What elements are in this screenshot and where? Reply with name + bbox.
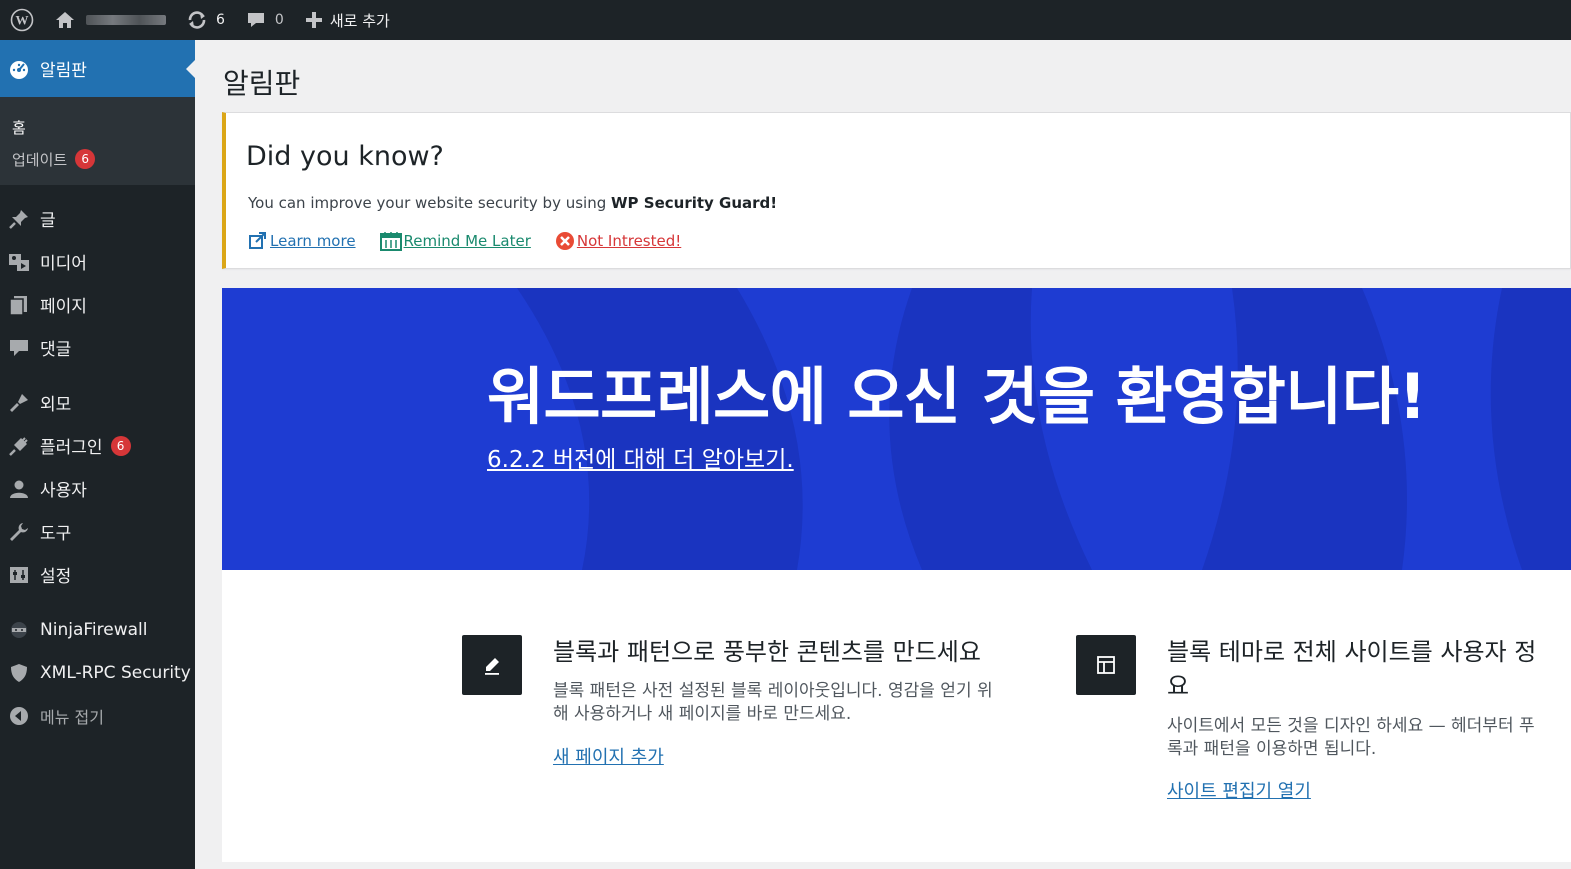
page-title: 알림판: [223, 67, 301, 100]
learn-more-label: Learn more: [270, 232, 356, 250]
menu-appearance-label: 외모: [40, 395, 72, 415]
menu-appearance[interactable]: 외모: [0, 381, 195, 424]
menu-comments-label: 댓글: [40, 340, 72, 360]
collapse-menu-button[interactable]: 메뉴 접기: [0, 694, 195, 737]
menu-ninjafirewall-label: NinjaFirewall: [40, 619, 148, 640]
panel-blocks-desc-line2: 해 사용하거나 새 페이지를 바로 만드세요.: [553, 704, 852, 724]
admin-sidebar: 알림판 홈 업데이트 6 글 미디어 페이지 댓글 외모 플러그인 6 사용자 도…: [0, 40, 195, 869]
panel-blocks-title: 블록과 패턴으로 풍부한 콘텐츠를 만드세요: [553, 638, 981, 666]
site-name-redacted: [86, 15, 166, 25]
menu-pages-label: 페이지: [40, 297, 87, 317]
panel-theme-box: [1076, 635, 1136, 695]
menu-ninjafirewall[interactable]: NinjaFirewall: [0, 608, 195, 651]
settings-icon: [8, 564, 30, 586]
layout-icon: [1097, 656, 1115, 674]
notice-text-prefix: You can improve your website security by…: [248, 194, 612, 212]
collapse-menu-label: 메뉴 접기: [40, 707, 104, 727]
menu-xmlrpc-security[interactable]: XML-RPC Security: [0, 651, 195, 694]
menu-posts[interactable]: 글: [0, 197, 195, 240]
home-icon: [56, 12, 74, 28]
dashboard-submenu: 홈 업데이트 6: [0, 97, 195, 185]
learn-more-link[interactable]: Learn more: [248, 231, 356, 251]
security-notice: Did you know? You can improve your websi…: [222, 112, 1571, 269]
menu-settings[interactable]: 설정: [0, 553, 195, 596]
media-icon: [8, 251, 30, 273]
remind-later-label: Remind Me Later: [403, 232, 531, 250]
svg-text:W: W: [16, 13, 29, 28]
menu-plugins-label: 플러그인: [40, 438, 103, 458]
menu-xmlrpc-security-label: XML-RPC Security: [40, 662, 191, 683]
main-content: 알림판 Did you know? You can improve your w…: [195, 40, 1571, 869]
notice-text: You can improve your website security by…: [248, 194, 777, 212]
welcome-panels: 블록과 패턴으로 풍부한 콘텐츠를 만드세요 블록 패턴은 사전 설정된 블록 …: [222, 570, 1571, 862]
menu-dashboard[interactable]: 알림판: [0, 40, 195, 97]
updates-button[interactable]: 6: [176, 0, 235, 40]
plugins-badge: 6: [110, 435, 131, 456]
not-interested-link[interactable]: Not Intrested!: [555, 231, 681, 251]
submenu-updates[interactable]: 업데이트 6: [0, 143, 195, 175]
menu-tools-label: 도구: [40, 524, 72, 544]
pencil-icon: [485, 658, 499, 675]
wrench-icon: [8, 521, 30, 543]
panel-theme-desc-line2: 록과 패턴을 이용하면 됩니다.: [1167, 739, 1377, 759]
panel-blocks-box: [462, 635, 522, 695]
refresh-icon: [188, 11, 206, 29]
add-new-page-link[interactable]: 새 페이지 추가: [553, 743, 664, 769]
plugin-icon: [8, 435, 30, 457]
pages-icon: [8, 294, 30, 316]
plus-icon: [305, 12, 322, 28]
panel-blocks-desc-line1: 블록 패턴은 사전 설정된 블록 레이아웃입니다. 영감을 얻기 위: [553, 681, 993, 701]
menu-settings-label: 설정: [40, 567, 72, 587]
not-interested-label: Not Intrested!: [576, 232, 682, 250]
notice-text-bold: WP Security Guard!: [611, 194, 778, 212]
welcome-heading: 워드프레스에 오신 것을 환영합니다!: [487, 360, 1427, 433]
paintbrush-icon: [8, 392, 30, 414]
new-content-label: 새로 추가: [329, 11, 390, 30]
comment-icon: [247, 13, 264, 27]
updates-count: 6: [216, 12, 225, 28]
external-link-icon: [248, 231, 268, 251]
menu-media[interactable]: 미디어: [0, 240, 195, 283]
wordpress-logo-button[interactable]: W: [0, 0, 44, 40]
menu-tools[interactable]: 도구: [0, 510, 195, 553]
submenu-updates-label: 업데이트: [12, 150, 68, 169]
version-link[interactable]: 6.2.2 버전에 대해 더 알아보기.: [487, 440, 794, 474]
submenu-home[interactable]: 홈: [0, 111, 195, 143]
submenu-home-label: 홈: [12, 118, 26, 137]
panel-theme-desc-line1: 사이트에서 모든 것을 디자인 하세요 — 헤더부터 푸: [1167, 716, 1535, 736]
new-content-button[interactable]: 새로 추가: [294, 0, 400, 40]
menu-users[interactable]: 사용자: [0, 467, 195, 510]
notice-actions: Learn more Remind Me Later Not Intrested…: [248, 231, 681, 251]
comments-button[interactable]: 0: [235, 0, 294, 40]
calendar-icon: [379, 231, 402, 251]
pin-icon: [8, 208, 30, 230]
shield-icon: [8, 662, 30, 684]
comments-count: 0: [274, 12, 284, 28]
comment-icon: [8, 337, 30, 359]
close-circle-icon: [555, 231, 575, 251]
wordpress-icon: W: [10, 8, 34, 32]
user-icon: [8, 478, 30, 500]
open-site-editor-link[interactable]: 사이트 편집기 열기: [1167, 777, 1311, 803]
remind-later-link[interactable]: Remind Me Later: [379, 231, 531, 251]
updates-badge: 6: [75, 149, 96, 169]
collapse-icon: [8, 705, 30, 727]
menu-plugins[interactable]: 플러그인 6: [0, 424, 195, 467]
menu-dashboard-label: 알림판: [40, 61, 87, 81]
dashboard-icon: [8, 58, 30, 80]
ninja-icon: [8, 619, 30, 641]
site-name-button[interactable]: [44, 0, 176, 40]
menu-comments[interactable]: 댓글: [0, 326, 195, 369]
menu-users-label: 사용자: [40, 481, 87, 501]
panel-theme-title-line1: 블록 테마로 전체 사이트를 사용자 정: [1167, 638, 1537, 666]
menu-pages[interactable]: 페이지: [0, 283, 195, 326]
welcome-banner: 워드프레스에 오신 것을 환영합니다! 6.2.2 버전에 대해 더 알아보기.: [222, 288, 1571, 570]
admin-bar: W 6 0 새로 추가: [0, 0, 1571, 40]
menu-posts-label: 글: [40, 211, 56, 231]
notice-heading: Did you know?: [246, 141, 444, 172]
panel-theme-title-line2: 요: [1167, 672, 1190, 700]
menu-media-label: 미디어: [40, 254, 87, 274]
